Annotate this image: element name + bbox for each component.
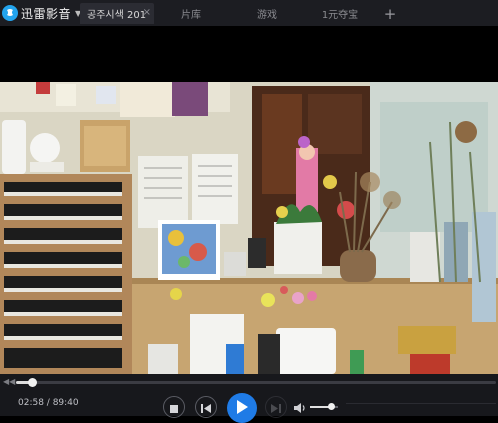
stop-icon [170, 398, 178, 417]
play-button[interactable] [227, 393, 257, 423]
tab-label: 1元夺宝 [321, 10, 359, 21]
next-icon [271, 398, 281, 417]
video-scene-image [0, 82, 498, 374]
time-display: 02:58 / 89:40 [18, 398, 79, 408]
previous-button[interactable] [195, 396, 217, 418]
playback-controls: ◀◀ 02:58 / 89:40 [0, 374, 498, 423]
tab-label: 공주시색 201 [87, 10, 147, 21]
progress-row: ◀◀ [0, 374, 498, 390]
app-menu-button[interactable]: 迅雷影音 ▼ [2, 3, 81, 23]
new-tab-button[interactable]: + [378, 3, 402, 24]
previous-icon [201, 398, 211, 417]
progress-bar[interactable] [16, 378, 496, 387]
tab-library[interactable]: 片库 [166, 3, 216, 24]
play-icon [236, 399, 248, 418]
title-tab-bar: 迅雷影音 ▼ 공주시색 201 × 片库 游戏 1元夺宝 + [0, 0, 498, 26]
video-frame[interactable] [0, 82, 498, 374]
volume-handle[interactable] [328, 403, 335, 410]
next-button[interactable] [265, 396, 287, 418]
tab-label: 游戏 [257, 10, 277, 21]
stop-button[interactable] [163, 396, 185, 418]
progress-handle[interactable] [27, 378, 37, 387]
volume-icon[interactable] [294, 399, 306, 418]
controls-divider [346, 403, 496, 404]
tab-close-icon[interactable]: × [143, 7, 151, 18]
app-name: 迅雷影音 [21, 6, 72, 21]
tab-current-video[interactable]: 공주시색 201 × [80, 3, 154, 24]
volume-slider[interactable] [310, 403, 338, 410]
tab-label: 片库 [181, 10, 201, 21]
video-area[interactable] [0, 26, 498, 374]
tab-games[interactable]: 游戏 [244, 3, 290, 24]
rewind-icon[interactable]: ◀◀ [3, 377, 15, 386]
xunlei-logo-icon [2, 5, 18, 21]
tab-one-yuan-shop[interactable]: 1元夺宝 [310, 3, 370, 24]
